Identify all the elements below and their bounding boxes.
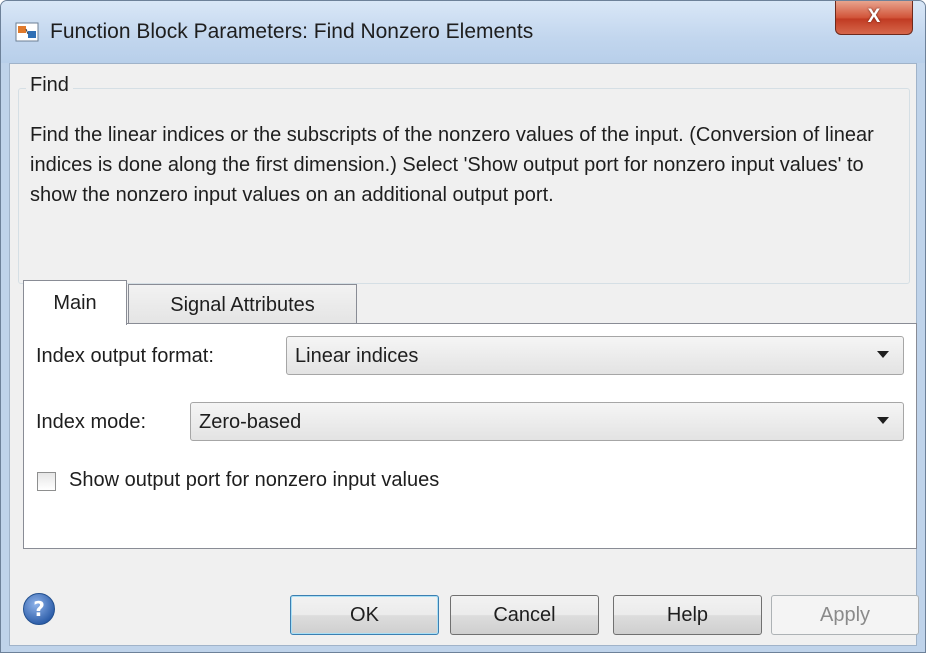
index-output-format-label: Index output format: [36, 345, 214, 367]
question-circle-icon[interactable]: ? [22, 592, 56, 626]
index-mode-label: Index mode: [36, 411, 147, 433]
simulink-block-icon [15, 22, 39, 42]
svg-text:?: ? [33, 597, 45, 621]
help-button[interactable]: Help [613, 595, 762, 635]
close-icon: X [867, 6, 881, 27]
index-mode-select[interactable]: Zero-based [190, 402, 904, 441]
close-button[interactable]: X [835, 1, 913, 35]
tab-signal-attributes[interactable]: Signal Attributes [128, 284, 357, 324]
window-title: Function Block Parameters: Find Nonzero … [50, 20, 534, 43]
block-description: Find the linear indices or the subscript… [30, 124, 874, 206]
dialog-client-area: Find Find the linear indices or the subs… [9, 63, 919, 646]
show-output-port-checkbox[interactable] [37, 472, 56, 491]
chevron-down-icon [877, 417, 889, 424]
show-output-port-label[interactable]: Show output port for nonzero input value… [69, 469, 439, 492]
main-tab-panel: Index output format: Linear indices Inde… [23, 323, 917, 549]
cancel-button[interactable]: Cancel [450, 595, 599, 635]
index-output-format-value: Linear indices [295, 345, 419, 367]
index-mode-value: Zero-based [199, 411, 302, 433]
title-bar[interactable]: Function Block Parameters: Find Nonzero … [1, 1, 925, 63]
index-output-format-select[interactable]: Linear indices [286, 336, 904, 375]
groupbox-legend: Find [26, 74, 73, 97]
dialog-window: Function Block Parameters: Find Nonzero … [0, 0, 926, 653]
apply-button[interactable]: Apply [771, 595, 919, 635]
chevron-down-icon [877, 351, 889, 358]
tab-main[interactable]: Main [23, 280, 127, 325]
ok-button[interactable]: OK [290, 595, 439, 635]
